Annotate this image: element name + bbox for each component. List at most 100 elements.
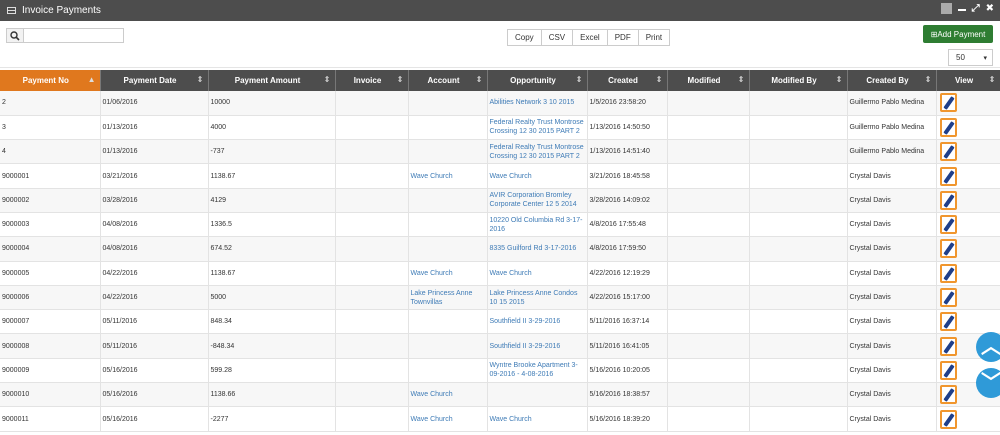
- edit-icon[interactable]: [939, 288, 957, 308]
- opportunity-cell[interactable]: 10220 Old Columbia Rd 3-17-2016: [487, 212, 588, 238]
- column-header[interactable]: Modified By ⇕: [749, 70, 848, 91]
- opportunity-cell[interactable]: Wave Church: [487, 261, 588, 286]
- opportunity-cell[interactable]: Federal Realty Trust Montrose Crossing 1…: [487, 115, 588, 141]
- column-header[interactable]: Created By ⇕: [847, 70, 937, 91]
- table-body: 2 01/06/2016 10000 Abilities Network 3 10 2…: [0, 91, 1000, 432]
- edit-icon[interactable]: [939, 409, 957, 429]
- modified-by-cell: [749, 115, 848, 141]
- created-by-cell: Guillermo Pablo Medina: [847, 91, 937, 116]
- created-by-cell: Crystal Davis: [847, 333, 937, 359]
- created-cell: 4/8/2016 17:59:50: [587, 236, 668, 262]
- view-cell: [936, 285, 1000, 311]
- account-cell[interactable]: Wave Church: [408, 163, 488, 189]
- square-icon[interactable]: [940, 3, 952, 14]
- column-header[interactable]: View ⇕: [936, 70, 1000, 91]
- opportunity-cell[interactable]: AVIR Corporation Bromley Corporate Cente…: [487, 188, 588, 213]
- view-cell: [936, 163, 1000, 189]
- invoice-cell: [335, 309, 409, 335]
- sort-icon: ⇕: [475, 75, 483, 84]
- modified-cell: [667, 212, 750, 238]
- opportunity-cell[interactable]: Federal Realty Trust Montrose Crossing 1…: [487, 139, 588, 165]
- copy-button[interactable]: Copy: [507, 29, 542, 46]
- account-cell: [408, 212, 488, 238]
- view-cell: [936, 91, 1000, 116]
- opportunity-cell[interactable]: Southfield II 3-29-2016: [487, 309, 588, 335]
- account-cell[interactable]: Wave Church: [408, 382, 488, 408]
- edit-icon[interactable]: [939, 263, 957, 283]
- opportunity-cell[interactable]: Lake Princess Anne Condos 10 15 2015: [487, 285, 588, 311]
- modified-by-cell: [749, 139, 848, 165]
- created-by-cell: Crystal Davis: [847, 285, 937, 311]
- edit-icon[interactable]: [939, 190, 957, 210]
- table-row: 9000005 04/22/2016 1138.67 Wave Church Wave …: [0, 261, 1000, 286]
- edit-icon[interactable]: [939, 93, 957, 113]
- search-button[interactable]: [6, 28, 24, 43]
- payment-amount-cell: 10000: [208, 91, 336, 116]
- payment-amount-cell: 4129: [208, 188, 336, 213]
- edit-icon[interactable]: [939, 117, 957, 137]
- modified-cell: [667, 139, 750, 165]
- edit-icon[interactable]: [939, 385, 957, 405]
- opportunity-cell[interactable]: Wave Church: [487, 163, 588, 189]
- column-header[interactable]: Payment No ▲: [0, 70, 101, 91]
- modified-cell: [667, 163, 750, 189]
- column-header[interactable]: Created ⇕: [587, 70, 668, 91]
- opportunity-cell[interactable]: 8335 Guilford Rd 3-17-2016: [487, 236, 588, 262]
- print-button[interactable]: Print: [637, 29, 671, 46]
- modified-by-cell: [749, 358, 848, 384]
- chevron-down-icon: ▾: [983, 55, 987, 62]
- scroll-up-button[interactable]: ︿: [976, 332, 1000, 362]
- edit-icon[interactable]: [939, 239, 957, 259]
- payment-date-cell: 04/22/2016: [100, 285, 209, 311]
- modified-cell: [667, 115, 750, 141]
- sort-icon: ⇕: [655, 75, 663, 84]
- column-header[interactable]: Account ⇕: [408, 70, 488, 91]
- table-row: 4 01/13/2016 -737 Federal Realty Trust Mont…: [0, 139, 1000, 165]
- opportunity-cell[interactable]: Abilities Network 3 10 2015: [487, 91, 588, 116]
- opportunity-cell[interactable]: Southfield II 3-29-2016: [487, 333, 588, 359]
- edit-icon[interactable]: [939, 312, 957, 332]
- modified-by-cell: [749, 309, 848, 335]
- sort-icon: ⇕: [196, 75, 204, 84]
- column-header[interactable]: Opportunity ⇕: [487, 70, 588, 91]
- payment-no-cell: 9000011: [0, 406, 101, 432]
- payment-amount-cell: 674.52: [208, 236, 336, 262]
- created-by-cell: Guillermo Pablo Medina: [847, 115, 937, 141]
- edit-icon[interactable]: [939, 142, 957, 162]
- view-cell: [936, 139, 1000, 165]
- close-icon[interactable]: ✖: [986, 3, 994, 14]
- created-cell: 4/8/2016 17:55:48: [587, 212, 668, 238]
- column-header[interactable]: Payment Amount ⇕: [208, 70, 336, 91]
- scroll-down-button[interactable]: ﹀: [976, 368, 1000, 398]
- edit-icon[interactable]: [939, 360, 957, 380]
- created-by-cell: Guillermo Pablo Medina: [847, 139, 937, 165]
- edit-icon[interactable]: [939, 215, 957, 235]
- export-buttons: Copy CSV Excel PDF Print: [507, 29, 671, 46]
- maximize-icon[interactable]: ⤢: [972, 3, 980, 14]
- add-payment-button[interactable]: ⊞Add Payment: [923, 25, 993, 43]
- page-size-select[interactable]: 50 ▾: [948, 49, 993, 66]
- edit-icon[interactable]: [939, 166, 957, 186]
- account-cell[interactable]: Wave Church: [408, 261, 488, 286]
- table-row: 9000001 03/21/2016 1138.67 Wave Church Wave …: [0, 163, 1000, 189]
- sort-icon: ⇕: [323, 75, 331, 84]
- opportunity-cell[interactable]: Wave Church: [487, 406, 588, 432]
- view-cell: [936, 188, 1000, 213]
- created-cell: 1/13/2016 14:51:40: [587, 139, 668, 165]
- minimize-icon[interactable]: [957, 3, 966, 14]
- payment-no-cell: 9000001: [0, 163, 101, 189]
- payment-amount-cell: 4000: [208, 115, 336, 141]
- column-header[interactable]: Invoice ⇕: [335, 70, 409, 91]
- excel-button[interactable]: Excel: [572, 29, 608, 46]
- account-cell[interactable]: Wave Church: [408, 406, 488, 432]
- chevron-down-icon: ﹀: [981, 372, 1000, 394]
- csv-button[interactable]: CSV: [540, 29, 574, 46]
- account-cell[interactable]: Lake Princess Anne Townvillas: [408, 285, 488, 311]
- search-input[interactable]: [24, 28, 124, 43]
- search-icon: [10, 30, 20, 41]
- column-header[interactable]: Modified ⇕: [667, 70, 750, 91]
- opportunity-cell[interactable]: Wyntre Brooke Apartment 3-09-2016 - 4-08…: [487, 358, 588, 384]
- column-header[interactable]: Payment Date ⇕: [100, 70, 209, 91]
- pdf-button[interactable]: PDF: [606, 29, 639, 46]
- edit-icon[interactable]: [939, 336, 957, 356]
